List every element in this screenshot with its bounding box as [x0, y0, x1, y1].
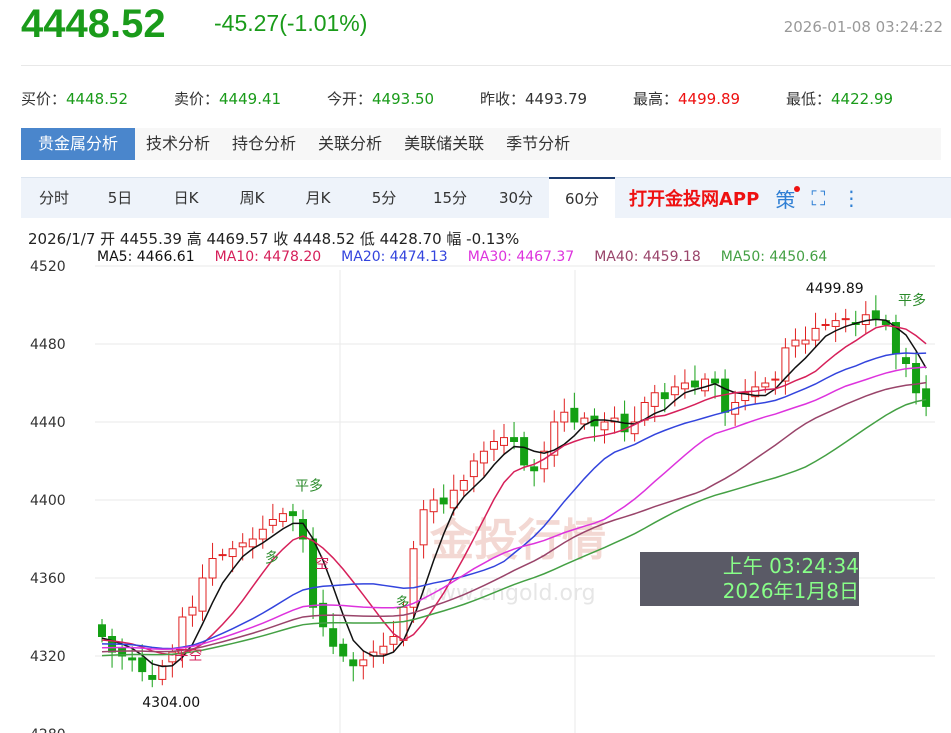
candle	[429, 499, 438, 513]
candle	[198, 577, 207, 612]
chart-annotation: 多	[265, 549, 279, 566]
candle	[841, 318, 850, 321]
candle	[188, 606, 197, 616]
chart-annotation: 4304.00	[142, 695, 200, 711]
candle	[821, 324, 830, 326]
candle	[309, 538, 318, 608]
candle	[419, 509, 428, 546]
candle	[902, 357, 910, 364]
chart-annotation: 平空	[174, 648, 202, 664]
candle	[228, 548, 237, 558]
candle	[650, 392, 659, 407]
y-tick-label: 4520	[30, 259, 66, 275]
candle	[208, 558, 217, 579]
candle	[98, 624, 106, 637]
candle	[479, 450, 488, 464]
candle	[680, 382, 689, 390]
candle	[690, 380, 699, 388]
candle	[148, 675, 157, 680]
y-tick-label: 4280	[30, 727, 66, 733]
candle	[570, 407, 579, 423]
candle	[811, 327, 820, 341]
chart-annotation: 多	[396, 594, 410, 611]
chart-annotation: 空	[315, 556, 329, 572]
candle	[439, 497, 448, 505]
candle	[871, 310, 880, 320]
watermark-url: www.cngold.org	[420, 581, 596, 606]
candle	[449, 489, 458, 509]
candle	[711, 378, 720, 384]
y-tick-label: 4480	[30, 337, 66, 353]
candle	[248, 538, 257, 548]
candle	[791, 339, 800, 347]
candle	[469, 460, 478, 478]
candle	[288, 511, 297, 517]
candle	[128, 657, 137, 661]
candle	[600, 421, 609, 431]
candle	[660, 392, 669, 400]
candle	[389, 636, 398, 645]
crosshair-tooltip: 上午 03:24:34 2026年1月8日	[640, 552, 859, 606]
ma30-line	[101, 366, 927, 650]
chart-annotation: 平多	[295, 477, 323, 494]
chart-annotation: 平多	[898, 292, 926, 309]
candle	[831, 320, 840, 327]
y-tick-label: 4400	[30, 493, 66, 509]
candle	[218, 554, 227, 557]
candle	[459, 480, 468, 491]
ma5-line	[101, 318, 927, 668]
tooltip-time: 上午 03:24:34	[722, 554, 859, 578]
tooltip-date: 2026年1月8日	[722, 579, 859, 603]
candle	[922, 388, 931, 407]
candle	[771, 378, 780, 381]
candle	[801, 339, 810, 345]
candle	[349, 659, 358, 667]
y-tick-label: 4440	[30, 415, 66, 431]
candle	[258, 528, 267, 540]
y-tick-label: 4320	[30, 649, 66, 665]
candle	[268, 519, 277, 526]
candle	[670, 386, 679, 396]
candle	[510, 437, 519, 443]
candle	[489, 441, 498, 450]
candle	[701, 378, 709, 392]
candle	[500, 437, 508, 446]
candle	[158, 665, 167, 680]
candle	[359, 659, 368, 667]
candle	[560, 411, 569, 423]
candle	[409, 548, 418, 608]
candle	[138, 657, 147, 673]
candle	[761, 382, 770, 388]
candle	[530, 466, 539, 472]
candle	[238, 542, 247, 548]
chart-annotation: 4499.89	[806, 281, 864, 297]
candle	[329, 628, 338, 647]
candle	[379, 645, 388, 655]
y-tick-label: 4360	[30, 571, 66, 587]
candle	[520, 437, 529, 466]
kline-chart[interactable]: 4520448044404400436043204280金投行情www.cngo…	[0, 0, 951, 733]
candle	[339, 643, 348, 657]
candle	[278, 513, 287, 522]
